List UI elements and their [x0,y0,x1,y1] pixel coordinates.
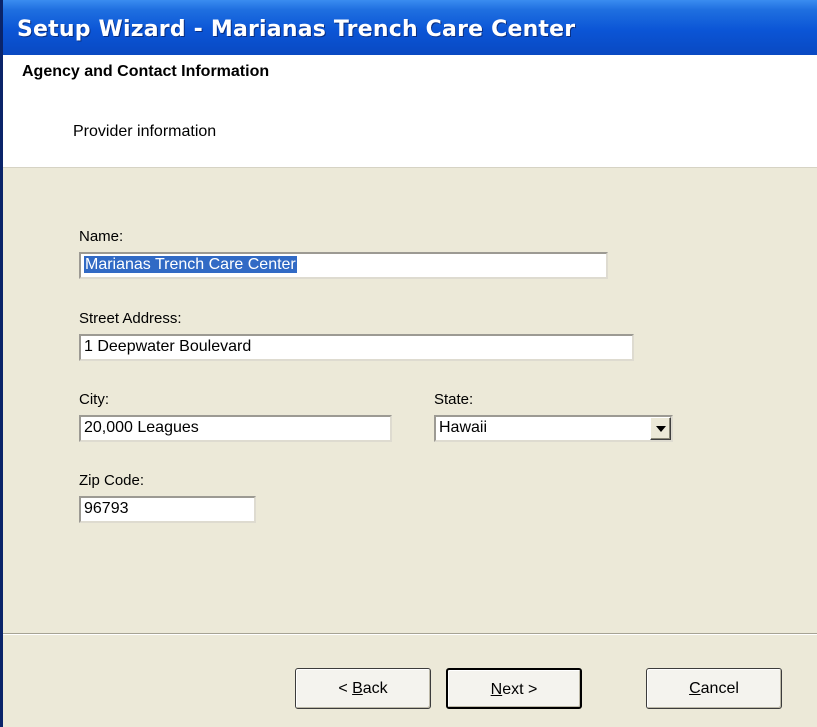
title-bar[interactable]: Setup Wizard - Marianas Trench Care Cent… [3,0,817,55]
city-label: City: [79,391,109,408]
zip-code-field[interactable]: 96793 [79,496,256,523]
setup-wizard-window: Setup Wizard - Marianas Trench Care Cent… [0,0,817,727]
state-label: State: [434,391,474,408]
state-dropdown[interactable]: Hawaii [434,415,673,442]
name-value: Marianas Trench Care Center [84,256,297,273]
next-button-mnemonic: N [490,681,503,698]
page-subtitle: Provider information [73,123,217,140]
zip-code-value: 96793 [84,500,129,517]
next-button[interactable]: Next > [446,668,582,709]
wizard-header: Agency and Contact Information Provider … [3,55,817,168]
cancel-button[interactable]: Cancel [646,668,782,709]
name-field[interactable]: Marianas Trench Care Center [79,252,608,279]
street-address-field[interactable]: 1 Deepwater Boulevard [79,334,634,361]
back-button-prefix: < [338,680,353,697]
city-field[interactable]: 20,000 Leagues [79,415,392,442]
street-address-value: 1 Deepwater Boulevard [84,338,252,355]
zip-code-label: Zip Code: [79,472,145,489]
name-label: Name: [79,228,124,245]
street-address-label: Street Address: [79,310,182,327]
window-title: Setup Wizard - Marianas Trench Care Cent… [17,17,576,42]
back-button-mnemonic: B [352,680,363,697]
page-title: Agency and Contact Information [22,63,270,80]
city-value: 20,000 Leagues [84,419,199,436]
footer-divider [3,633,817,635]
back-button-rest: ack [362,680,388,697]
next-button-rest: ext > [502,681,538,698]
cancel-button-rest: ancel [700,680,739,697]
state-value: Hawaii [439,419,488,436]
cancel-button-mnemonic: C [689,680,701,697]
back-button[interactable]: < Back [295,668,431,709]
chevron-down-icon [656,426,666,432]
state-dropdown-button[interactable] [650,417,671,440]
